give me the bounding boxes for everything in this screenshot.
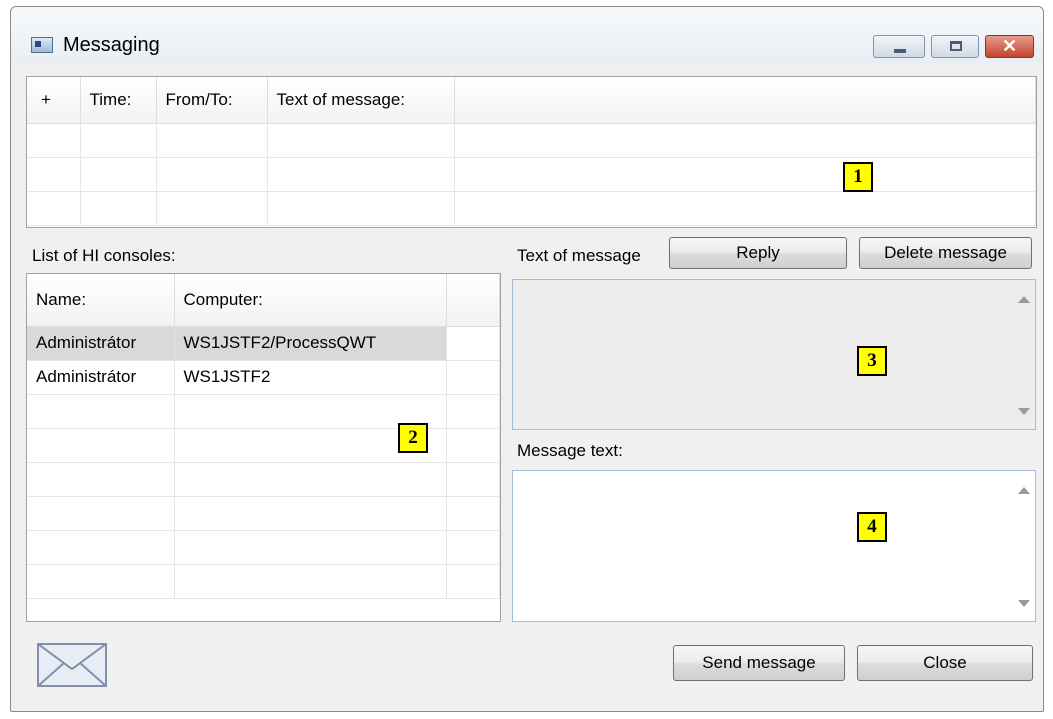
console-name: Administrátor bbox=[27, 326, 175, 361]
maximize-button[interactable] bbox=[931, 35, 979, 58]
table-row-selected[interactable]: Administrátor WS1JSTF2/ProcessQWT bbox=[27, 326, 500, 361]
column-header-time[interactable]: Time: bbox=[80, 77, 157, 124]
scroll-up-icon[interactable] bbox=[1018, 487, 1030, 494]
table-row[interactable] bbox=[27, 428, 500, 463]
message-text-scrollbar[interactable] bbox=[1013, 471, 1035, 621]
message-text-input[interactable] bbox=[512, 470, 1036, 622]
received-message-label: Text of message bbox=[517, 246, 641, 265]
envelope-icon bbox=[37, 643, 107, 687]
table-row[interactable] bbox=[27, 496, 500, 531]
callout-marker-3: 3 bbox=[857, 346, 887, 376]
table-row[interactable] bbox=[27, 564, 500, 599]
close-icon: ✕ bbox=[1001, 36, 1018, 56]
table-row[interactable]: Administrátor WS1JSTF2 bbox=[27, 360, 500, 395]
scroll-up-icon[interactable] bbox=[1018, 296, 1030, 303]
scroll-down-icon[interactable] bbox=[1018, 408, 1030, 415]
table-row[interactable] bbox=[27, 394, 500, 429]
send-message-button[interactable]: Send message bbox=[673, 645, 845, 681]
send-label: end message bbox=[713, 653, 816, 672]
scroll-down-icon[interactable] bbox=[1018, 600, 1030, 607]
received-message-scrollbar[interactable] bbox=[1013, 280, 1035, 429]
maximize-icon bbox=[950, 41, 962, 51]
reply-label: eply bbox=[748, 243, 780, 262]
console-computer: WS1JSTF2 bbox=[174, 360, 447, 395]
console-name: Administrátor bbox=[27, 360, 175, 395]
window-title: Messaging bbox=[63, 34, 160, 56]
table-row[interactable] bbox=[27, 157, 1036, 192]
table-row[interactable] bbox=[27, 462, 500, 497]
column-header-plus[interactable]: + bbox=[27, 77, 81, 124]
column-header-filler bbox=[446, 274, 500, 327]
column-header-computer[interactable]: Computer: bbox=[174, 274, 447, 327]
callout-marker-2: 2 bbox=[398, 423, 428, 453]
column-header-name[interactable]: Name: bbox=[27, 274, 175, 327]
column-header-text[interactable]: Text of message: bbox=[267, 77, 455, 124]
delete-message-button[interactable]: Delete message bbox=[859, 237, 1032, 269]
close-window-button[interactable]: ✕ bbox=[985, 35, 1034, 58]
reply-mnemonic: R bbox=[736, 243, 749, 262]
received-message-textarea[interactable] bbox=[512, 279, 1036, 430]
close-button[interactable]: Close bbox=[857, 645, 1033, 681]
message-text-label: Message text: bbox=[517, 441, 623, 460]
table-row[interactable] bbox=[27, 530, 500, 565]
send-mnemonic: S bbox=[702, 653, 714, 672]
close-mnemonic: C bbox=[923, 653, 936, 672]
column-header-filler bbox=[454, 77, 1036, 124]
minimize-button[interactable] bbox=[873, 35, 925, 58]
reply-button[interactable]: Reply bbox=[669, 237, 847, 269]
table-row[interactable] bbox=[27, 191, 1036, 226]
title-bar[interactable]: Messaging ✕ bbox=[11, 7, 1043, 63]
minimize-icon bbox=[894, 49, 906, 53]
consoles-label: List of HI consoles: bbox=[32, 246, 176, 265]
messaging-app-icon bbox=[31, 37, 53, 53]
column-header-from-to[interactable]: From/To: bbox=[156, 77, 268, 124]
close-label: lose bbox=[935, 653, 967, 672]
consoles-table[interactable]: Name: Computer: Administrátor WS1JSTF2/P… bbox=[26, 273, 501, 622]
callout-marker-4: 4 bbox=[857, 512, 887, 542]
table-row[interactable] bbox=[27, 123, 1036, 158]
callout-marker-1: 1 bbox=[843, 162, 873, 192]
console-computer: WS1JSTF2/ProcessQWT bbox=[174, 326, 447, 361]
messages-table[interactable]: + Time: From/To: Text of message: bbox=[26, 76, 1037, 228]
